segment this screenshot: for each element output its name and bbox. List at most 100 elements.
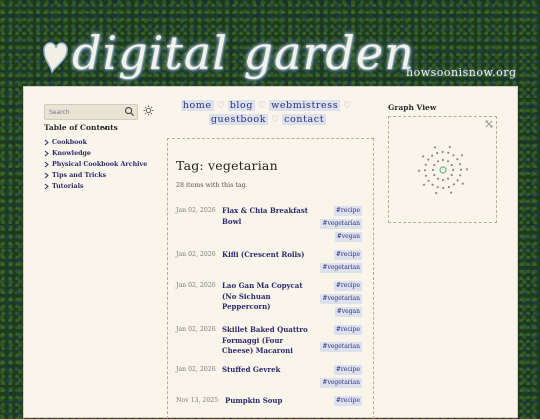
- tag-link[interactable]: #recipe: [333, 281, 362, 291]
- toc-item-label[interactable]: Tips and Tricks: [52, 172, 106, 179]
- toc-item-label[interactable]: Physical Cookbook Archive: [52, 161, 147, 168]
- toc-item[interactable]: Physical Cookbook Archive: [44, 159, 147, 170]
- search-box[interactable]: [44, 104, 138, 120]
- graph-node[interactable]: [450, 191, 453, 194]
- graph-node[interactable]: [447, 185, 450, 189]
- tag-link[interactable]: #vegetarian: [320, 342, 362, 352]
- item-date: Jan 02, 2026: [176, 251, 216, 258]
- graph-node[interactable]: [423, 169, 427, 172]
- graph-node[interactable]: [456, 179, 459, 182]
- nav-link-contact[interactable]: contact: [282, 114, 327, 125]
- tag-link[interactable]: #vegetarian: [320, 294, 362, 304]
- item-count: 28 items with this tag.: [176, 182, 248, 189]
- search-input[interactable]: [49, 107, 119, 117]
- site-title[interactable]: digital garden: [72, 30, 415, 76]
- nav-link-guestbook[interactable]: guestbook: [208, 114, 269, 125]
- toc-item-label[interactable]: Tutorials: [52, 183, 84, 190]
- graph-node[interactable]: [452, 154, 455, 157]
- tag-link[interactable]: #vegetarian: [320, 378, 362, 388]
- item-title-link[interactable]: Kifli (Crescent Rolls): [222, 250, 312, 261]
- tag-link[interactable]: #recipe: [333, 325, 362, 335]
- graph-node[interactable]: [436, 186, 439, 189]
- graph-node[interactable]: [436, 151, 439, 155]
- toc-item[interactable]: Tutorials: [44, 181, 147, 192]
- graph-node[interactable]: [431, 183, 434, 186]
- graph-node[interactable]: [436, 177, 440, 180]
- tag-link[interactable]: #vegan: [334, 307, 362, 317]
- graph-node[interactable]: [450, 163, 453, 167]
- graph-node[interactable]: [447, 151, 450, 154]
- nav-link-webmistress[interactable]: webmistress: [269, 100, 341, 111]
- toc-item-label[interactable]: Knowledge: [52, 150, 91, 157]
- graph-node[interactable]: [441, 150, 444, 154]
- graph-canvas[interactable]: [389, 117, 496, 222]
- item-tags: #recipe #vegetarian #vegan: [302, 281, 362, 317]
- nav-link-blog[interactable]: blog: [227, 100, 256, 111]
- item-title-link[interactable]: Skillet Baked Quattro Formaggi (Four Che…: [222, 325, 312, 357]
- search-icon[interactable]: [124, 106, 135, 117]
- tag-link[interactable]: #recipe: [333, 250, 362, 260]
- chevron-down-icon[interactable]: [101, 124, 108, 131]
- graph-node[interactable]: [427, 158, 430, 161]
- graph-node[interactable]: [431, 154, 434, 157]
- graph-node[interactable]: [442, 186, 445, 190]
- graph-node[interactable]: [435, 191, 438, 195]
- graph-node[interactable]: [417, 169, 421, 172]
- tag-link[interactable]: #recipe: [333, 365, 362, 375]
- graph-node[interactable]: [422, 155, 425, 158]
- graph-node[interactable]: [451, 168, 455, 172]
- graph-node[interactable]: [460, 154, 464, 157]
- graph-node[interactable]: [427, 179, 430, 182]
- item-title-link[interactable]: Stuffed Gevrek: [222, 365, 312, 376]
- item-date: Jan 02, 2026: [176, 282, 216, 289]
- heart-separator-icon: ♡: [216, 101, 225, 111]
- graph-node[interactable]: [456, 158, 459, 161]
- nav-link-home[interactable]: home: [180, 100, 214, 111]
- graph-node[interactable]: [424, 174, 428, 177]
- graph-node[interactable]: [461, 182, 464, 185]
- item-title-link[interactable]: Lao Gan Ma Copycat (No Sichuan Peppercor…: [222, 281, 312, 313]
- item-title-link[interactable]: Flax & Chia Breakfast Bowl: [222, 206, 312, 227]
- tag-link[interactable]: #vegetarian: [320, 263, 362, 273]
- heart-logo-icon: [43, 42, 68, 74]
- graph-node[interactable]: [436, 160, 440, 163]
- graph-node[interactable]: [431, 168, 435, 172]
- graph-node[interactable]: [446, 177, 450, 180]
- sun-icon[interactable]: [143, 105, 154, 116]
- graph-current-node[interactable]: [439, 166, 447, 174]
- graph-node[interactable]: [433, 173, 436, 177]
- item-date: Nov 13, 2025: [176, 397, 219, 404]
- graph-node[interactable]: [465, 168, 469, 171]
- toc-item-label[interactable]: Cookbook: [52, 139, 87, 146]
- graph-node[interactable]: [433, 163, 436, 167]
- tag-link[interactable]: #vegan: [334, 232, 362, 242]
- expand-icon[interactable]: [485, 120, 493, 128]
- graph-node[interactable]: [450, 173, 453, 177]
- graph-node[interactable]: [441, 158, 445, 162]
- graph-node[interactable]: [446, 160, 450, 163]
- heart-separator-icon: ♡: [343, 101, 352, 111]
- toc-list: Cookbook Knowledge Physical Cookbook Arc…: [44, 137, 147, 192]
- toc-item[interactable]: Cookbook: [44, 137, 147, 148]
- toc-item[interactable]: Knowledge: [44, 148, 147, 159]
- top-nav: home ♡ blog ♡ webmistress ♡ guestbook ♡ contact: [175, 99, 360, 127]
- graph-node[interactable]: [458, 163, 462, 166]
- graph-node[interactable]: [433, 146, 436, 149]
- toc-item[interactable]: Tips and Tricks: [44, 170, 147, 181]
- graph-node[interactable]: [424, 163, 427, 166]
- heart-separator-icon: ♡: [271, 115, 280, 125]
- graph-node[interactable]: [448, 145, 451, 149]
- tag-link[interactable]: #vegetarian: [320, 219, 362, 229]
- graph-node[interactable]: [452, 183, 455, 186]
- tag-link[interactable]: #recipe: [333, 206, 362, 216]
- graph-node[interactable]: [459, 174, 462, 177]
- chevron-right-icon: [44, 161, 49, 168]
- graph-title: Graph View: [388, 103, 437, 112]
- graph-node[interactable]: [422, 183, 426, 186]
- graph-view[interactable]: [388, 116, 497, 223]
- site-domain: howsoonisnow.org: [406, 66, 517, 79]
- chevron-right-icon: [44, 172, 49, 179]
- item-date: Jan 02, 2026: [176, 366, 216, 373]
- graph-node[interactable]: [459, 168, 463, 171]
- graph-node[interactable]: [441, 178, 445, 182]
